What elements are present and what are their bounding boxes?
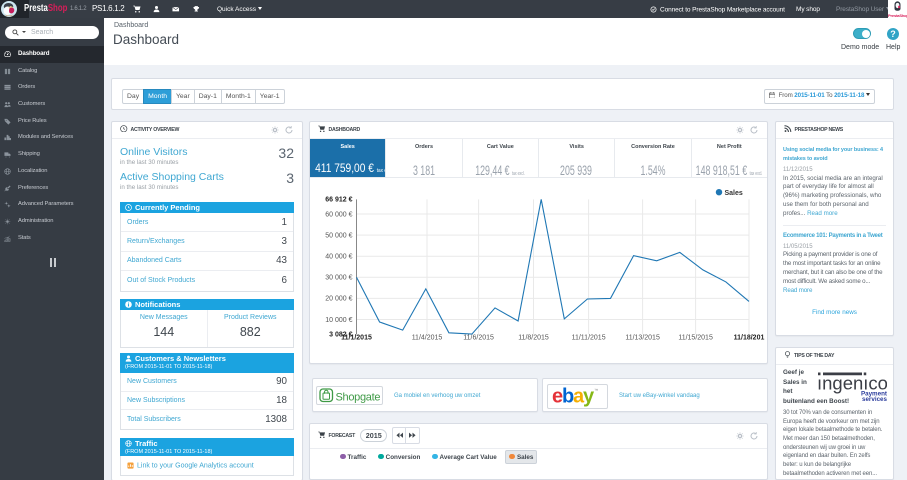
svg-text:11/13/2015: 11/13/2015 xyxy=(625,335,660,342)
svg-text:11/11/2015: 11/11/2015 xyxy=(572,335,606,342)
svg-text:11/6/2015: 11/6/2015 xyxy=(463,335,494,342)
svg-text:services: services xyxy=(862,396,887,401)
svg-text:Sales: Sales xyxy=(725,190,743,197)
svg-text:30 000 €: 30 000 € xyxy=(325,275,352,282)
svg-text:™: ™ xyxy=(594,388,599,393)
svg-text:66 912 €: 66 912 € xyxy=(325,197,352,204)
svg-text:b: b xyxy=(562,386,574,407)
svg-text:11/8/2015: 11/8/2015 xyxy=(518,335,549,342)
svg-text:11/4/2015: 11/4/2015 xyxy=(412,335,443,342)
svg-text:11/18/201: 11/18/201 xyxy=(734,335,765,342)
svg-text:11/1/2015: 11/1/2015 xyxy=(341,335,372,342)
svg-text:10 000 €: 10 000 € xyxy=(325,317,352,324)
svg-text:Shopgate: Shopgate xyxy=(336,391,381,403)
svg-text:y: y xyxy=(583,386,595,407)
svg-text:11/15/2015: 11/15/2015 xyxy=(678,335,713,342)
svg-text:40 000 €: 40 000 € xyxy=(325,254,352,261)
svg-text:e: e xyxy=(552,386,563,407)
svg-text:60 000 €: 60 000 € xyxy=(325,211,352,218)
svg-text:50 000 €: 50 000 € xyxy=(325,232,352,239)
svg-text:20 000 €: 20 000 € xyxy=(325,296,352,303)
